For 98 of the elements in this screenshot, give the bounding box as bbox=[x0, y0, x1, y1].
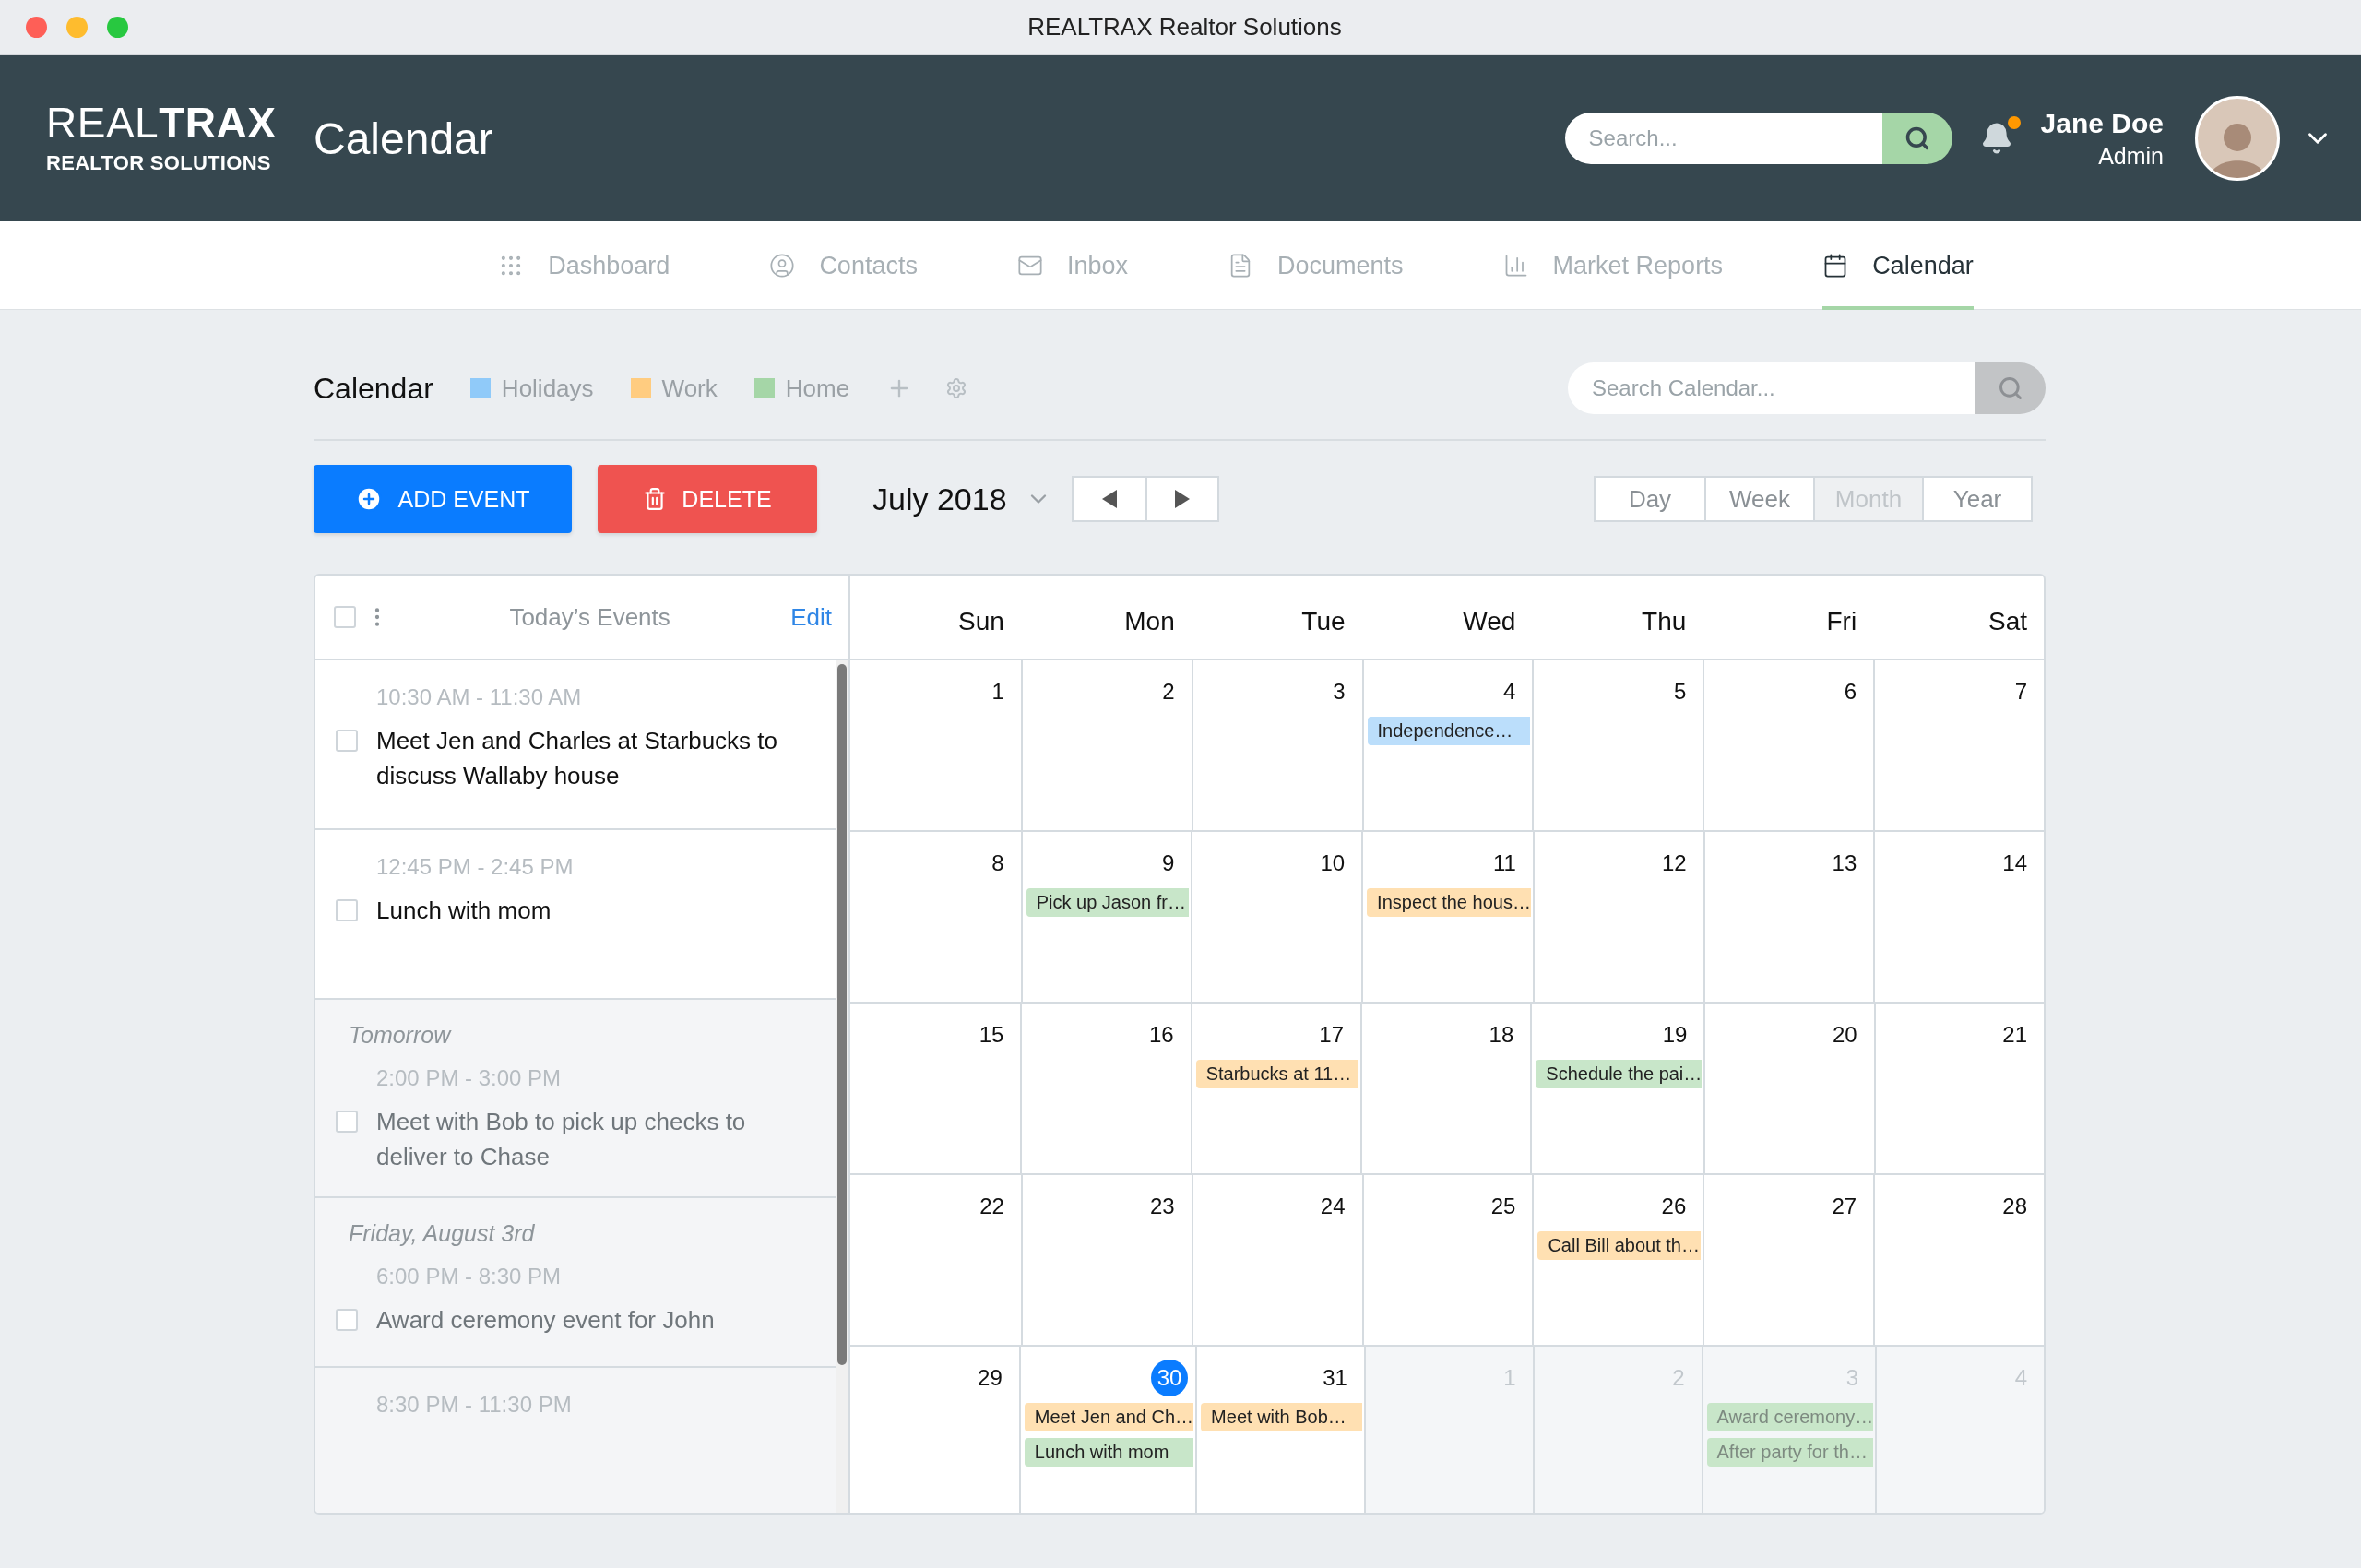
day-number: 31 bbox=[1323, 1364, 1347, 1392]
day-number: 7 bbox=[2014, 678, 2027, 706]
day-number: 25 bbox=[1490, 1193, 1516, 1220]
event-time: 6:00 PM - 8:30 PM bbox=[376, 1264, 563, 1289]
day-cell[interactable]: 9 Pick up Jason fr… bbox=[1020, 832, 1192, 1002]
day-number: 17 bbox=[1319, 1021, 1344, 1049]
event-chip[interactable]: Pick up Jason fr… bbox=[1026, 888, 1190, 917]
search-button[interactable] bbox=[1881, 113, 1952, 164]
day-number: 29 bbox=[978, 1364, 1003, 1392]
logo: REALTRAX bbox=[46, 101, 278, 144]
settings-icon[interactable] bbox=[945, 377, 968, 399]
maximize-button[interactable] bbox=[107, 17, 128, 38]
day-number: 4 bbox=[1503, 678, 1516, 706]
weekday-heading: Mon bbox=[1123, 606, 1176, 637]
day-cell[interactable]: 19 Schedule the pai… bbox=[1530, 1004, 1704, 1173]
weekday-heading: Sun bbox=[957, 606, 1005, 637]
day-number: 12 bbox=[1661, 849, 1687, 877]
event-chip[interactable]: Meet Jen and Ch… bbox=[1024, 1403, 1194, 1431]
day-number: 15 bbox=[979, 1021, 1004, 1049]
event-time: 10:30 AM - 11:30 AM bbox=[376, 684, 583, 710]
event-chip[interactable]: Call Bill about th… bbox=[1537, 1231, 1702, 1260]
search-field[interactable]: Search... bbox=[1564, 113, 1882, 164]
day-number: 23 bbox=[1150, 1193, 1175, 1220]
window-title: REALTRAX Realtor Solutions bbox=[1027, 13, 1343, 42]
search-icon bbox=[1904, 125, 1930, 151]
today-marker: 30 bbox=[1151, 1360, 1189, 1396]
add-event-button[interactable]: ADD EVENT bbox=[314, 465, 572, 533]
event-chip[interactable]: Inspect the hous… bbox=[1367, 888, 1531, 917]
day-number: 6 bbox=[1844, 678, 1857, 706]
event-checkbox[interactable] bbox=[336, 730, 358, 752]
day-number: 20 bbox=[1832, 1021, 1857, 1049]
day-cell[interactable]: 11 Inspect the hous… bbox=[1361, 832, 1533, 1002]
trash-icon bbox=[643, 487, 668, 511]
day-number: 21 bbox=[2002, 1021, 2027, 1049]
select-all-checkbox[interactable] bbox=[334, 606, 356, 628]
day-number: 28 bbox=[2002, 1193, 2027, 1220]
search-icon bbox=[1998, 375, 2023, 401]
user-name: Jane Doe bbox=[2040, 107, 2164, 139]
day-number: 13 bbox=[1832, 849, 1857, 877]
event-checkbox[interactable] bbox=[336, 1111, 358, 1133]
day-heading: Tomorrow bbox=[349, 1022, 453, 1049]
event-time: 8:30 PM - 11:30 PM bbox=[376, 1392, 573, 1418]
edit-link[interactable]: Edit bbox=[790, 602, 832, 632]
day-number: 1 bbox=[991, 678, 1004, 706]
event-chip[interactable]: Starbucks at 11… bbox=[1195, 1060, 1358, 1088]
day-cell[interactable]: 26 Call Bill about th… bbox=[1532, 1175, 1703, 1345]
day-cell[interactable]: 17 Starbucks at 11… bbox=[1190, 1004, 1360, 1173]
minimize-button[interactable] bbox=[66, 17, 88, 38]
event-title[interactable]: Meet with Bob to pick up checks to deliver to Chase bbox=[376, 1104, 819, 1174]
day-number: 11 bbox=[1492, 849, 1516, 877]
weekday-heading: Thu bbox=[1641, 606, 1688, 637]
weekday-heading: Fri bbox=[1825, 606, 1858, 637]
day-number: 3 bbox=[1333, 678, 1346, 706]
event-title[interactable]: Award ceremony event for John bbox=[376, 1302, 733, 1337]
event-time: 12:45 PM - 2:45 PM bbox=[376, 854, 575, 880]
day-number: 18 bbox=[1489, 1021, 1514, 1049]
event-checkbox[interactable] bbox=[336, 899, 358, 921]
event-time: 2:00 PM - 3:00 PM bbox=[376, 1065, 563, 1091]
day-cell[interactable]: 30 Meet Jen and Ch… Lunch with mom bbox=[1018, 1347, 1196, 1513]
day-number: 8 bbox=[991, 849, 1004, 877]
right-triangle-icon bbox=[1174, 490, 1190, 508]
user-icon bbox=[769, 253, 796, 279]
day-cell[interactable]: 31 Meet with Bob… bbox=[1195, 1347, 1364, 1513]
day-number: 16 bbox=[1148, 1021, 1174, 1049]
day-number: 14 bbox=[2002, 849, 2027, 877]
event-title[interactable]: Meet Jen and Charles at Starbucks to discuss Wallaby house bbox=[376, 723, 819, 793]
day-number: 10 bbox=[1320, 849, 1346, 877]
panel-title: Today’s Events bbox=[508, 602, 671, 632]
weekday-heading: Wed bbox=[1462, 606, 1517, 637]
event-chip[interactable]: Lunch with mom bbox=[1024, 1438, 1194, 1467]
day-number: 19 bbox=[1662, 1021, 1688, 1049]
calendar-search-field[interactable]: Search Calendar... bbox=[1568, 362, 1975, 414]
close-button[interactable] bbox=[26, 17, 47, 38]
weekday-heading: Sat bbox=[1987, 606, 2028, 637]
day-number: 24 bbox=[1320, 1193, 1346, 1220]
page-title: Calendar bbox=[314, 113, 494, 164]
nav-tab[interactable]: Calendar bbox=[1822, 221, 1974, 310]
event-chip[interactable]: Schedule the pai… bbox=[1536, 1060, 1703, 1088]
user-role: Admin bbox=[2098, 142, 2164, 170]
event-checkbox[interactable] bbox=[336, 1309, 358, 1331]
day-number: 22 bbox=[979, 1193, 1004, 1220]
day-number: 2 bbox=[1162, 678, 1175, 706]
calendar-title: Calendar bbox=[314, 371, 433, 406]
left-triangle-icon bbox=[1101, 490, 1117, 508]
logo-tagline: REALTOR SOLUTIONS bbox=[46, 151, 272, 175]
month-picker[interactable]: July 2018 bbox=[872, 481, 1051, 517]
day-number: 9 bbox=[1162, 849, 1175, 877]
scrollbar[interactable] bbox=[836, 660, 848, 1513]
event-chip[interactable]: Independence… bbox=[1367, 717, 1531, 745]
event-chip[interactable]: Meet with Bob… bbox=[1201, 1403, 1362, 1431]
search-button[interactable] bbox=[1975, 362, 2046, 414]
day-heading: Friday, August 3rd bbox=[349, 1220, 536, 1247]
event-title[interactable]: Lunch with mom bbox=[376, 893, 570, 928]
day-number: 27 bbox=[1832, 1193, 1857, 1220]
day-number: 26 bbox=[1661, 1193, 1687, 1220]
day-cell[interactable]: 4 Independence… bbox=[1361, 660, 1533, 830]
day-number: 5 bbox=[1673, 678, 1687, 706]
weekday-heading: Tue bbox=[1300, 606, 1347, 637]
